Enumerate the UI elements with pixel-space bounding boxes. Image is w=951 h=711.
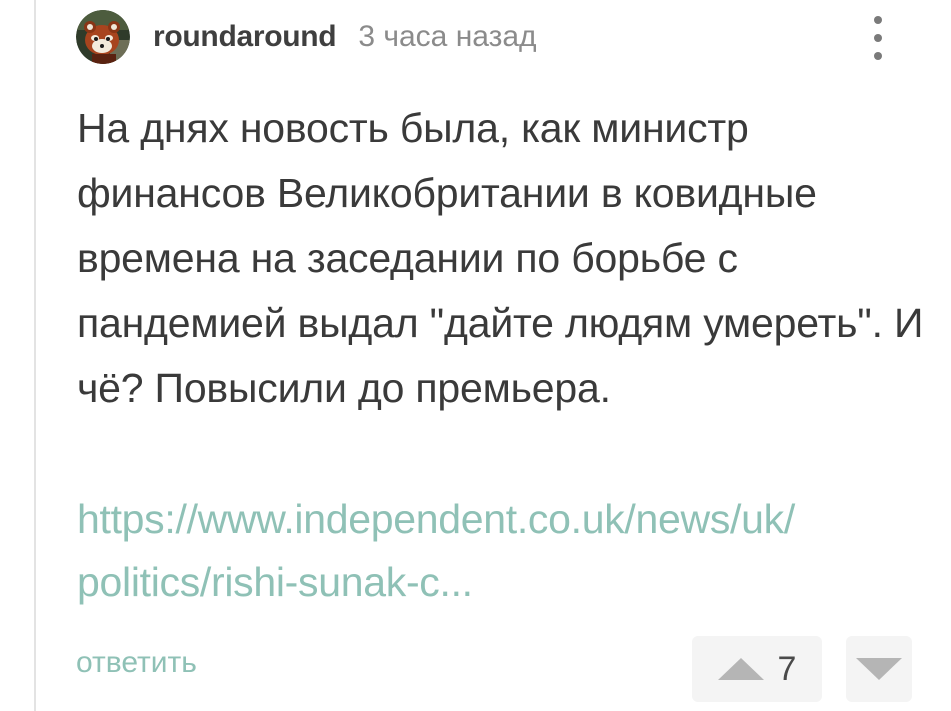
comment-text: На днях новость была, как министр финанс… [77, 105, 924, 411]
comment-page: roundaround 3 часа назад На днях новость… [0, 0, 951, 711]
comment-link-line: politics/rishi-sunak-c... [77, 559, 473, 605]
more-options-dot [874, 52, 882, 60]
avatar[interactable] [76, 10, 130, 64]
upvote-arrow-icon [717, 658, 764, 680]
comment-link[interactable]: https://www.independent.co.uk/news/uk/ p… [77, 488, 927, 614]
downvote-button[interactable] [846, 636, 912, 702]
more-options-dot [874, 34, 882, 42]
red-panda-avatar-icon [76, 10, 130, 64]
comment-author[interactable]: roundaround [153, 20, 337, 54]
comment-timestamp: 3 часа назад [358, 20, 537, 53]
thread-line [34, 0, 36, 711]
more-options-icon[interactable] [866, 14, 890, 62]
comment-score: 7 [777, 649, 797, 688]
upvote-button[interactable]: 7 [692, 636, 822, 702]
comment-link-line: https://www.independent.co.uk/news/uk/ [77, 496, 795, 542]
comment-header: roundaround 3 часа назад [76, 10, 537, 64]
more-options-dot [874, 16, 882, 24]
reply-button[interactable]: ответить [76, 646, 197, 680]
downvote-arrow-icon [856, 658, 902, 680]
